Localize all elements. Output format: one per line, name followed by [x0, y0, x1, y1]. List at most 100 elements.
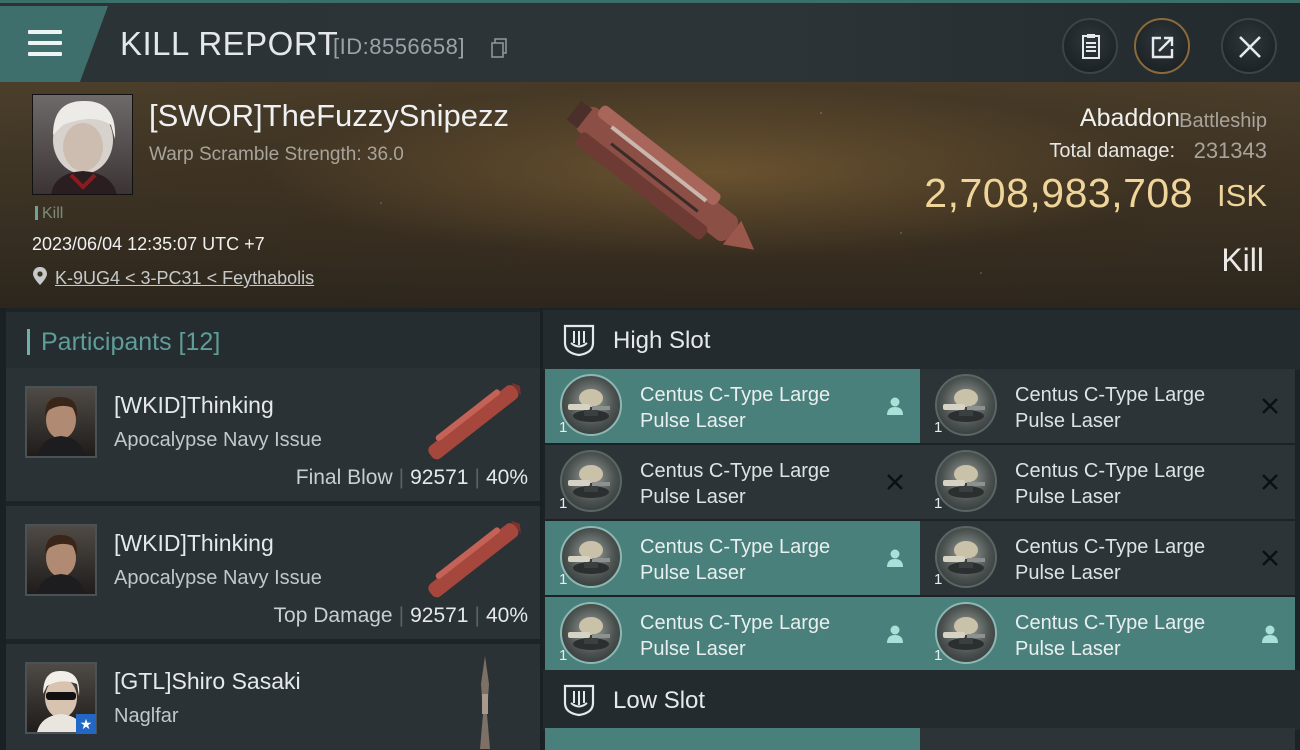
module-tile[interactable]: [545, 728, 920, 750]
star-badge-icon: ★: [76, 714, 96, 734]
top-bar: KILL REPORT [ID:8556658]: [0, 0, 1300, 82]
module-name-line2: Pulse Laser: [640, 638, 746, 660]
pulse-laser-icon: [935, 450, 997, 512]
module-name: Centus C-Type Large Pulse Laser: [1015, 610, 1245, 662]
kill-tag: Kill: [35, 205, 63, 223]
module-name: Centus C-Type Large Pulse Laser: [640, 610, 870, 662]
participant-avatar: [25, 524, 97, 596]
participant-row[interactable]: [WKID]Thinking Apocalypse Navy Issue Fin…: [6, 368, 540, 501]
slot-shield-icon: [563, 684, 595, 717]
module-name: Centus C-Type Large Pulse Laser: [1015, 382, 1245, 434]
module-name-line2: Pulse Laser: [640, 410, 746, 432]
module-quantity: 1: [559, 495, 568, 512]
close-button[interactable]: [1221, 18, 1277, 74]
pulse-laser-icon: [560, 450, 622, 512]
module-name-line2: Pulse Laser: [1015, 638, 1121, 660]
participant-name: [GTL]Shiro Sasaki: [114, 668, 301, 694]
module-tile[interactable]: 1 Centus C-Type Large Pulse Laser: [920, 445, 1295, 519]
module-quantity: 1: [934, 419, 943, 436]
participant-row[interactable]: ★ [GTL]Shiro Sasaki Naglfar: [6, 644, 540, 750]
kill-location-link[interactable]: K-9UG4 < 3-PC31 < Feythabolis: [55, 268, 314, 289]
participant-ship: Apocalypse Navy Issue: [114, 429, 322, 451]
module-tile[interactable]: 1 Centus C-Type Large Pulse Laser: [545, 521, 920, 595]
x-icon: [1262, 398, 1278, 414]
low-slot-header[interactable]: Low Slot: [543, 670, 1300, 730]
victim-ship-class: Battleship: [1179, 110, 1267, 132]
person-icon: [887, 625, 903, 643]
module-quantity: 1: [934, 495, 943, 512]
module-name-line1: Centus C-Type Large: [640, 384, 831, 406]
isk-unit: ISK: [1217, 178, 1267, 213]
module-name: Centus C-Type Large Pulse Laser: [1015, 534, 1245, 586]
participants-header[interactable]: Participants [12]: [6, 312, 540, 370]
module-name-line1: Centus C-Type Large: [640, 460, 831, 482]
x-icon: [1262, 474, 1278, 490]
copy-icon[interactable]: [491, 38, 507, 58]
person-icon: [887, 549, 903, 567]
participant-percent: 40%: [485, 466, 528, 489]
module-name-line2: Pulse Laser: [1015, 410, 1121, 432]
participants-panel: Participants [12] [WKID]Thinking Apocaly…: [6, 308, 540, 750]
victim-ship-name[interactable]: Abaddon: [1080, 104, 1180, 133]
pulse-laser-icon: [560, 374, 622, 436]
victim-banner: [SWOR]TheFuzzySnipezz Warp Scramble Stre…: [0, 82, 1300, 308]
module-name-line1: Centus C-Type Large: [640, 612, 831, 634]
module-name-line2: Pulse Laser: [1015, 562, 1121, 584]
slot-shield-icon: [563, 324, 595, 357]
participant-ship-image: [428, 520, 521, 598]
participant-ship: Naglfar: [114, 705, 179, 727]
total-damage-value: 231343: [1193, 138, 1267, 163]
participant-role: Top Damage: [273, 604, 393, 627]
high-slot-header[interactable]: High Slot: [543, 310, 1300, 370]
pulse-laser-icon: [560, 602, 622, 664]
module-name-line1: Centus C-Type Large: [1015, 384, 1206, 406]
participant-role: Final Blow: [295, 466, 393, 489]
module-tile[interactable]: 1 Centus C-Type Large Pulse Laser: [920, 597, 1295, 671]
module-name: Centus C-Type Large Pulse Laser: [640, 458, 870, 510]
module-name: Centus C-Type Large Pulse Laser: [1015, 458, 1245, 510]
victim-ship-image: [566, 100, 755, 250]
clipboard-button[interactable]: [1062, 18, 1118, 74]
clipboard-icon: [1082, 34, 1100, 59]
module-name-line2: Pulse Laser: [640, 486, 746, 508]
module-quantity: 1: [934, 571, 943, 588]
participant-percent: 40%: [485, 604, 528, 627]
participant-stats: Top Damage | 92571 | 40%: [273, 604, 528, 627]
module-tile[interactable]: 1 Centus C-Type Large Pulse Laser: [545, 369, 920, 443]
participant-damage: 92571: [410, 466, 469, 489]
high-slot-title: High Slot: [613, 327, 711, 354]
participant-damage: 92571: [410, 604, 469, 627]
map-pin-icon: [33, 267, 47, 285]
module-tile[interactable]: 1 Centus C-Type Large Pulse Laser: [920, 369, 1295, 443]
kill-result: Kill: [1221, 242, 1264, 278]
isk-value: 2,708,983,708: [924, 170, 1193, 216]
module-name: Centus C-Type Large Pulse Laser: [640, 534, 870, 586]
module-name-line2: Pulse Laser: [640, 562, 746, 584]
module-name-line2: Pulse Laser: [1015, 486, 1121, 508]
pulse-laser-icon: [935, 526, 997, 588]
participant-ship: Apocalypse Navy Issue: [114, 567, 322, 589]
module-quantity: 1: [559, 571, 568, 588]
pulse-laser-icon: [935, 602, 997, 664]
module-tile[interactable]: 1 Centus C-Type Large Pulse Laser: [545, 445, 920, 519]
person-icon: [887, 397, 903, 415]
module-name-line1: Centus C-Type Large: [1015, 612, 1206, 634]
victim-avatar[interactable]: [32, 94, 133, 195]
participant-ship-image: [480, 656, 490, 749]
fitting-panel: High Slot 1 Centus C-Type Large Pulse Lase…: [543, 308, 1300, 750]
pulse-laser-icon: [560, 526, 622, 588]
participant-avatar: [25, 386, 97, 458]
module-tile[interactable]: 1 Centus C-Type Large Pulse Laser: [545, 597, 920, 671]
menu-button[interactable]: [0, 6, 108, 82]
module-tile[interactable]: 1 Centus C-Type Large Pulse Laser: [920, 521, 1295, 595]
participant-row[interactable]: [WKID]Thinking Apocalypse Navy Issue Top…: [6, 506, 540, 639]
pulse-laser-icon: [935, 374, 997, 436]
participant-stats: Final Blow | 92571 | 40%: [295, 466, 528, 489]
module-quantity: 1: [559, 647, 568, 664]
victim-name[interactable]: [SWOR]TheFuzzySnipezz: [149, 98, 509, 134]
module-tile[interactable]: [920, 728, 1295, 750]
person-icon: [1262, 625, 1278, 643]
module-name-line1: Centus C-Type Large: [1015, 460, 1206, 482]
share-button[interactable]: [1134, 18, 1190, 74]
participant-ship-image: [428, 382, 521, 460]
